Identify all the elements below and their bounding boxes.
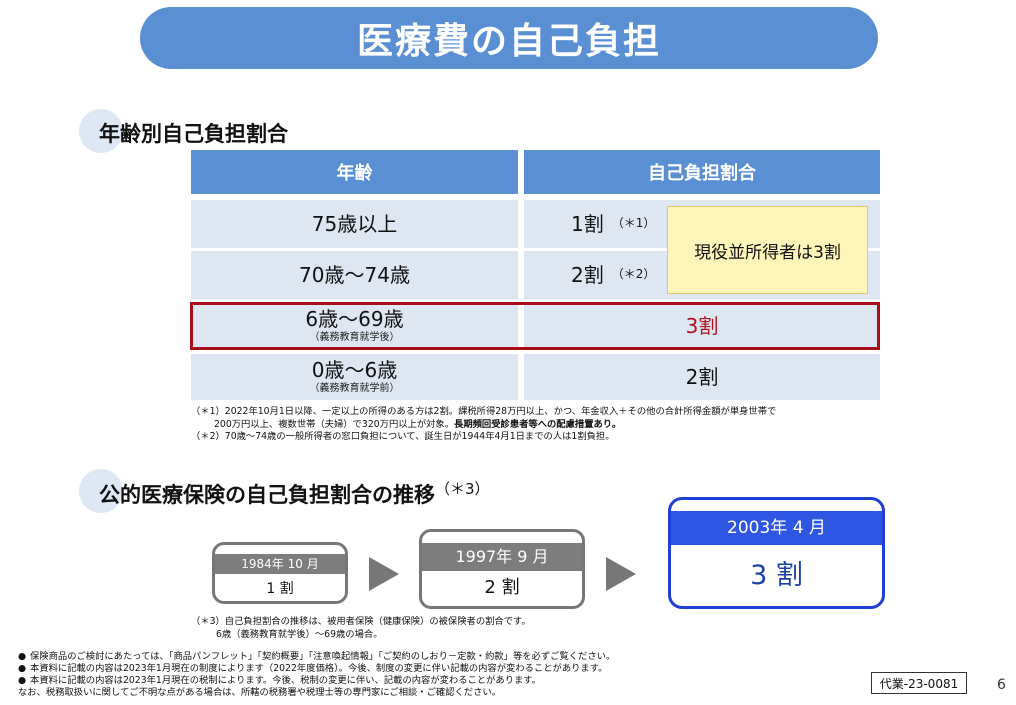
table-cell-age: 75歳以上 (191, 200, 518, 248)
history-ratio: 1 割 (266, 581, 294, 597)
bullet-icon: ● (18, 675, 27, 687)
arrow-right-icon (606, 557, 636, 591)
footnote-ref: （＊1） (611, 215, 656, 230)
history-ratio: 2 割 (484, 577, 520, 598)
history-date: 1997年 9 月 (422, 543, 582, 571)
disclaimer-line: なお、税務取扱いに関してご不明な点がある場合は、所轄の税務署や税理士等の専門家に… (18, 687, 501, 699)
age-label: 0歳～6歳 (311, 358, 398, 383)
document-code: 代業-23-0081 (871, 672, 967, 694)
arrow-right-icon (369, 557, 399, 591)
ratio-value: 1割 (571, 211, 604, 236)
bullet-icon: ● (18, 651, 27, 662)
footnote-3-line2: 6歳（義務教育就学後）～69歳の場合。 (216, 628, 383, 640)
section-heading-age-ratio: 年齢別自己負担割合 (99, 122, 288, 146)
disclaimer-notes: ● 保険商品のご検討にあたっては、「商品パンフレット」「契約概要」「注意喚起情報」… (18, 651, 615, 699)
page-title: 医療費の自己負担 (356, 21, 661, 62)
ratio-value: 2割 (685, 364, 719, 389)
history-ratio: 3 割 (750, 560, 803, 591)
footnote-1-line1: （＊1）2022年10月1日以降、一定以上の所得のある方は2割。課税所得28万円… (191, 406, 777, 417)
age-label: 70歳～74歳 (299, 262, 410, 287)
footnote-1-line2-bold: 長期頻回受診患者等への配慮措置あり。 (454, 418, 622, 430)
table-cell-age: 70歳～74歳 (191, 251, 518, 299)
bullet-icon: ● (18, 663, 27, 675)
age-sublabel: （義務教育就学前） (309, 383, 400, 395)
footnote-ref: （＊2） (611, 266, 656, 281)
history-date: 2003年 4 月 (671, 511, 882, 545)
footnote-2: （＊2）70歳～74歳の一般所得者の窓口負担について、誕生日が1944年4月1日… (191, 431, 615, 443)
highlight-frame (190, 302, 880, 350)
footnote-ref: （＊3） (435, 480, 490, 498)
section-heading-history-text: 公的医療保険の自己負担割合の推移 (99, 483, 435, 507)
history-box-1997: 1997年 9 月 2 割 (419, 529, 585, 609)
table-header-age: 年齢 (191, 150, 518, 194)
table-cell-ratio: 2割 (524, 354, 880, 400)
footnote-1-line2: 200万円以上、複数世帯（夫婦）で320万円以上が対象。長期頻回受診患者等への配… (191, 419, 776, 432)
disclaimer-line: 本資料に記載の内容は2023年1月現在の制度によります（2022年度価格）。今後… (30, 663, 608, 675)
history-box-1984: 1984年 10 月 1 割 (212, 542, 348, 604)
history-box-2003: 2003年 4 月 3 割 (668, 497, 885, 609)
section-heading-history: 公的医療保険の自己負担割合の推移（＊3） (99, 478, 490, 509)
footnote-1: （＊1）2022年10月1日以降、一定以上の所得のある方は2割。課税所得28万円… (191, 406, 776, 444)
table-header-ratio: 自己負担割合 (524, 150, 880, 194)
table-cell-age: 0歳～6歳 （義務教育就学前） (191, 354, 518, 400)
footnote-3-line1: （＊3）自己負担割合の推移は、被用者保険（健康保険）の被保険者の割合です。 (191, 616, 531, 627)
disclaimer-line: 保険商品のご検討にあたっては、「商品パンフレット」「契約概要」「注意喚起情報」「… (30, 651, 616, 662)
footnote-3: （＊3）自己負担割合の推移は、被用者保険（健康保険）の被保険者の割合です。 6歳… (191, 616, 531, 641)
footnote-1-line2-a: 200万円以上、複数世帯（夫婦）で320万円以上が対象。 (214, 418, 455, 430)
history-date: 1984年 10 月 (215, 554, 345, 574)
page-number: 6 (997, 677, 1006, 693)
callout-note: 現役並所得者は3割 (667, 206, 868, 294)
disclaimer-line: 本資料に記載の内容は2023年1月現在の税制によります。今後、税制の変更に伴い、… (30, 675, 541, 687)
ratio-value: 2割 (571, 262, 604, 287)
age-label: 75歳以上 (311, 211, 398, 236)
title-banner: 医療費の自己負担 (140, 7, 878, 69)
